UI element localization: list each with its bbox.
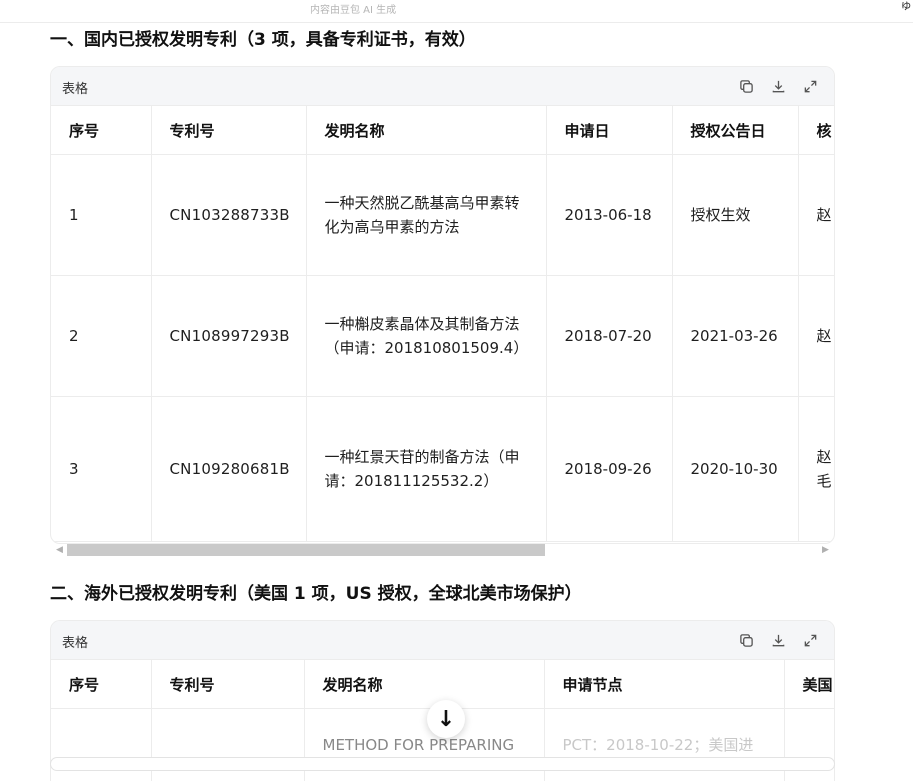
ai-generated-note: 内容由豆包 AI 生成 [310,1,396,16]
horizontal-scrollbar[interactable]: ◀ ▶ [50,543,833,557]
table-header-row: 序号 专利号 发明名称 申请日 授权公告日 核 [51,106,835,155]
cell-grant-date: 授权生效 [672,155,798,276]
cell-patent-number: CN103288733B [151,155,306,276]
cell-index: 1 [51,155,151,276]
column-header: 专利号 [151,660,304,709]
cell-application-date: 2018-09-26 [546,397,672,542]
patent-table-domestic: 序号 专利号 发明名称 申请日 授权公告日 核 1 CN103288733B 一… [51,106,835,542]
cell-grant-date: 2021-03-26 [672,276,798,397]
corner-glyph: ゅ [900,0,912,13]
column-header: 授权公告日 [672,106,798,155]
download-icon[interactable] [767,75,789,97]
cell-invention-name: 一种槲皮素晶体及其制备方法（申请：201810801509.4） [306,276,546,397]
cell-invention-name: 一种红景天苷的制备方法（申请：201811125532.2） [306,397,546,542]
table-card-header: 表格 [51,67,834,106]
download-icon[interactable] [767,629,789,651]
chat-input-edge[interactable] [50,757,835,771]
cell-index: 3 [51,397,151,542]
arrow-down-icon: ↓ [437,707,455,732]
cell-patent-number: CN109280681B [151,397,306,542]
table-row: 2 CN108997293B 一种槲皮素晶体及其制备方法（申请：20181080… [51,276,835,397]
column-header: 申请节点 [544,660,784,709]
expand-icon[interactable] [799,75,821,97]
expand-icon[interactable] [799,629,821,651]
table-row: 3 CN109280681B 一种红景天苷的制备方法（申请：2018111255… [51,397,835,542]
cell-invention-name: 一种天然脱乙酰基高乌甲素转化为高乌甲素的方法 [306,155,546,276]
column-header: 发明名称 [306,106,546,155]
cell-index: 2 [51,276,151,397]
column-header: 发明名称 [304,660,544,709]
column-header: 美国 [784,660,835,709]
column-header: 专利号 [151,106,306,155]
top-bar: 内容由豆包 AI 生成 ゅ [0,0,913,23]
scroll-right-icon[interactable]: ▶ [822,543,829,557]
table-row: 1 CN103288733B 一种天然脱乙酰基高乌甲素转化为高乌甲素的方法 20… [51,155,835,276]
cell-patent-number: CN108997293B [151,276,306,397]
table-card-header: 表格 [51,621,834,660]
cell-application-date: 2013-06-18 [546,155,672,276]
scroll-left-icon[interactable]: ◀ [56,543,63,557]
cell-inventor: 赵 [798,155,835,276]
column-header: 申请日 [546,106,672,155]
section-title-overseas: 二、海外已授权发明专利（美国 1 项，US 授权，全球北美市场保护） [50,579,582,604]
scrollbar-thumb[interactable] [67,544,545,556]
scroll-to-bottom-button[interactable]: ↓ [427,700,465,738]
cell-application-date: 2018-07-20 [546,276,672,397]
table-label: 表格 [62,78,88,97]
cell-grant-date: 2020-10-30 [672,397,798,542]
copy-icon[interactable] [735,629,757,651]
column-header: 核 [798,106,835,155]
table-card-domestic: 表格 序号 专利号 发明名称 申请日 授权公告日 核 1 CN1032887 [50,66,835,544]
column-header: 序号 [51,106,151,155]
copy-icon[interactable] [735,75,757,97]
cell-inventor: 赵 [798,276,835,397]
section-title-domestic: 一、国内已授权发明专利（3 项，具备专利证书，有效） [50,25,476,50]
column-header: 序号 [51,660,151,709]
cell-inventor: 赵 毛 [798,397,835,542]
table-label: 表格 [62,632,88,651]
